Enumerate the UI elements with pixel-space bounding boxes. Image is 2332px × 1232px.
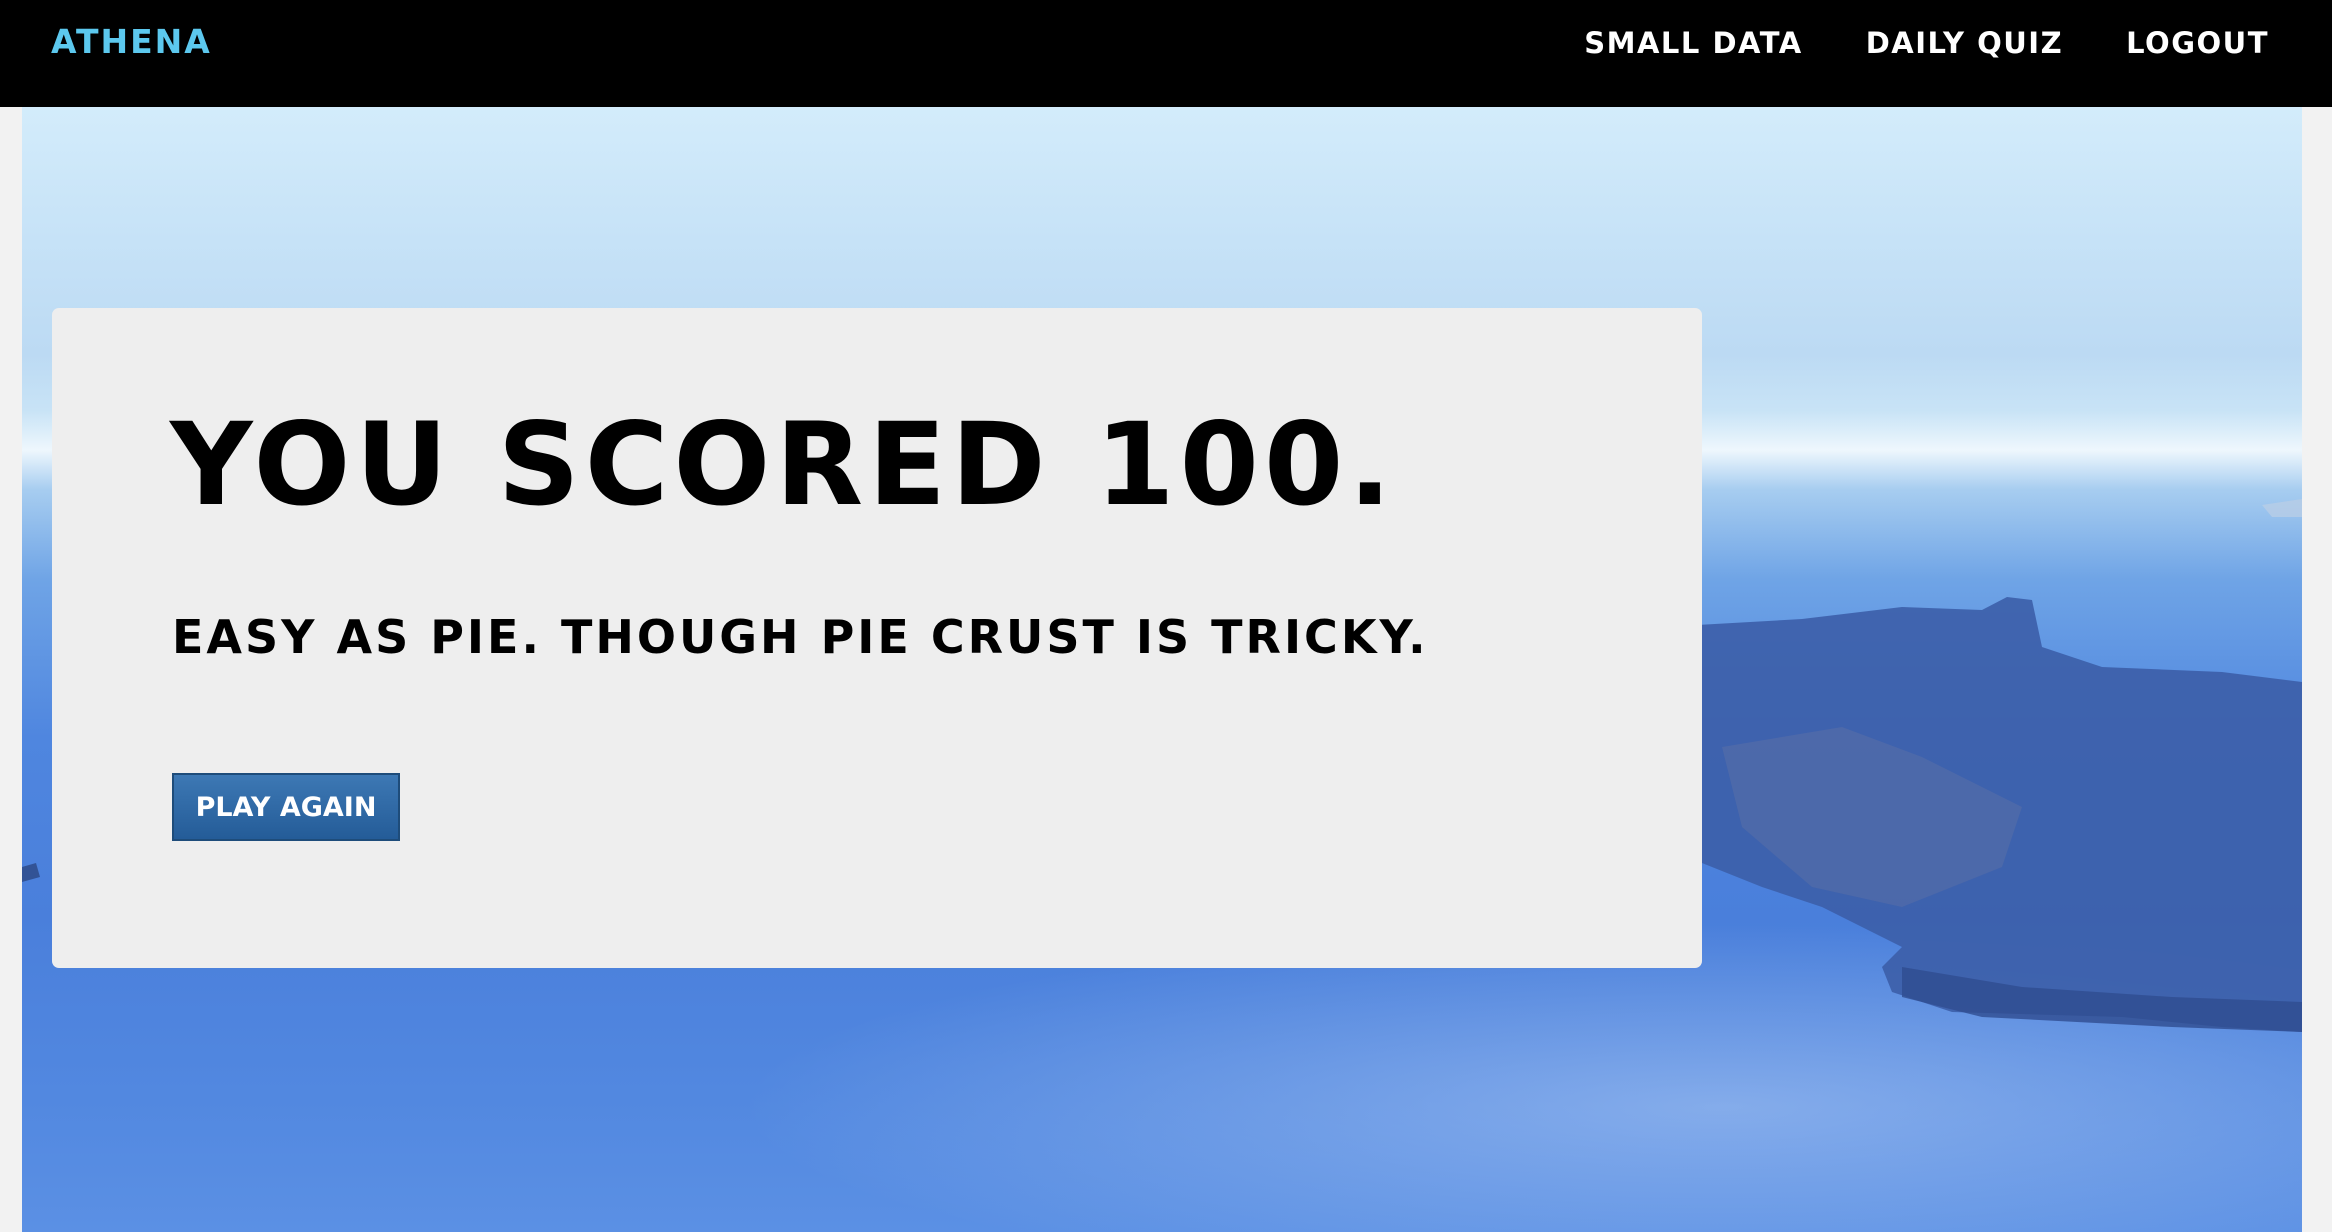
top-navbar: ATHENA SMALL DATA DAILY QUIZ LOGOUT — [0, 0, 2332, 107]
nav-links: SMALL DATA DAILY QUIZ LOGOUT — [1584, 26, 2269, 60]
play-again-button[interactable]: PLAY AGAIN — [172, 773, 400, 841]
nav-daily-quiz[interactable]: DAILY QUIZ — [1866, 26, 2063, 60]
result-card: YOU SCORED 100. EASY AS PIE. THOUGH PIE … — [52, 308, 1702, 968]
nav-logout[interactable]: LOGOUT — [2126, 26, 2269, 60]
result-message: EASY AS PIE. THOUGH PIE CRUST IS TRICKY. — [172, 610, 1429, 664]
brand-logo[interactable]: ATHENA — [51, 22, 212, 61]
score-heading: YOU SCORED 100. — [170, 398, 1397, 531]
nav-small-data[interactable]: SMALL DATA — [1584, 26, 1802, 60]
